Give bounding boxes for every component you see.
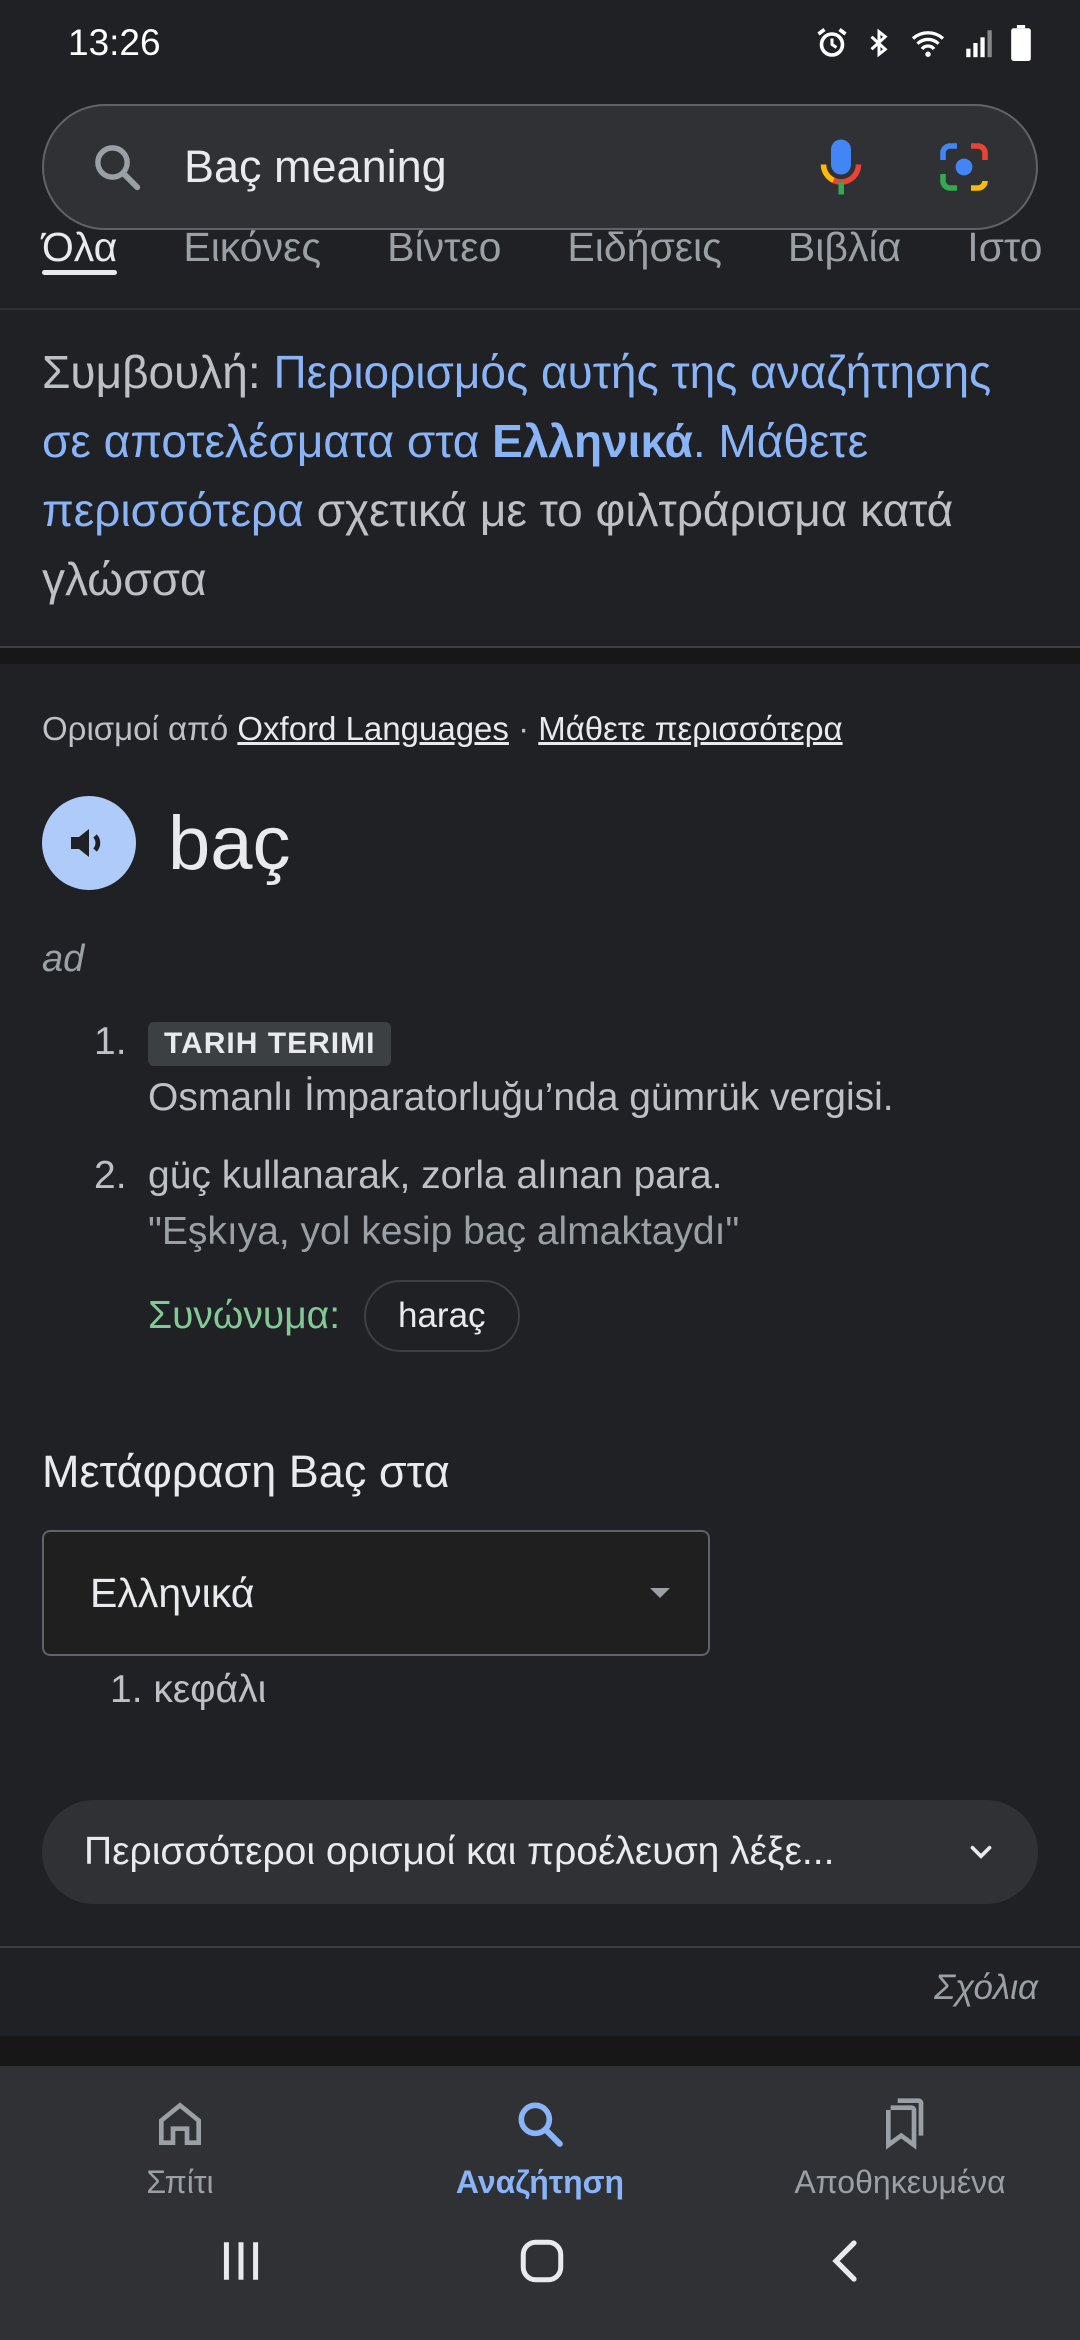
- back-icon[interactable]: [822, 2236, 870, 2286]
- mic-icon[interactable]: [816, 137, 866, 197]
- nav-saved[interactable]: Αποθηκευμένα: [770, 2096, 1030, 2201]
- definitions-source: Ορισμοί από Oxford Languages · Μάθετε πε…: [42, 710, 843, 747]
- tip-prefix: Συμβουλή:: [42, 346, 274, 398]
- search-input[interactable]: Baç meaning: [184, 141, 816, 193]
- tip-language[interactable]: Ελληνικά: [492, 415, 693, 467]
- definition-text: Osmanlı İmparatorluğu’nda gümrük vergisi…: [148, 1076, 894, 1119]
- feedback-link[interactable]: Σχόλια: [934, 1968, 1038, 2008]
- pronunciation-button[interactable]: [42, 796, 136, 890]
- home-button-icon[interactable]: [516, 2236, 568, 2286]
- nav-search-label: Αναζήτηση: [455, 2164, 625, 2200]
- nav-home[interactable]: Σπίτι: [110, 2096, 250, 2201]
- definition-tag: TARIH TERIMI: [148, 1022, 392, 1066]
- divider: [0, 2036, 1080, 2066]
- definition-number: 1.: [94, 1020, 127, 1063]
- status-time: 13:26: [68, 22, 161, 63]
- status-bar: 13:26: [0, 0, 1080, 86]
- definition-number: 2.: [94, 1154, 127, 1197]
- dictionary-learn-more-link[interactable]: Μάθετε περισσότερα: [538, 710, 842, 747]
- bottom-navigation: Σπίτι Αναζήτηση Αποθηκευμένα: [0, 2066, 1080, 2340]
- home-icon: [159, 2102, 201, 2145]
- status-icons: [814, 25, 1032, 61]
- definition-example: "Eşkıya, yol kesip baç almaktaydı": [148, 1210, 740, 1253]
- definition-text: güç kullanarak, zorla alınan para.: [148, 1154, 723, 1197]
- wifi-icon: [911, 31, 945, 57]
- language-tip: Συμβουλή: Περιορισμός αυτής της αναζήτησ…: [42, 346, 992, 605]
- tab-news[interactable]: Ειδήσεις: [567, 230, 722, 289]
- language-select[interactable]: Ελληνικά: [42, 1530, 710, 1656]
- tab-all[interactable]: Όλα: [42, 230, 118, 289]
- tab-images[interactable]: Εικόνες: [183, 230, 321, 289]
- battery-icon: [1011, 25, 1031, 61]
- bookmarks-icon: [886, 2098, 924, 2150]
- tab-videos[interactable]: Βίντεο: [387, 230, 501, 289]
- divider: [0, 648, 1080, 664]
- nav-search[interactable]: Αναζήτηση: [440, 2096, 640, 2201]
- chevron-down-icon: [970, 1845, 992, 1859]
- search-icon: [95, 145, 141, 191]
- speaker-icon: [71, 829, 101, 857]
- tab-web[interactable]: Ιστο: [967, 230, 1042, 289]
- dictionary-word: baç: [168, 801, 291, 886]
- oxford-languages-link[interactable]: Oxford Languages: [237, 710, 509, 747]
- translation-title: Μετάφραση Baç στα: [42, 1446, 450, 1497]
- search-icon: [518, 2102, 563, 2147]
- tab-books[interactable]: Βιβλία: [788, 230, 901, 289]
- language-select-value: Ελληνικά: [90, 1569, 255, 1616]
- alarm-icon: [817, 28, 847, 57]
- dropdown-arrow-icon: [650, 1588, 670, 1598]
- signal-icon: [966, 30, 992, 58]
- search-bar[interactable]: Baç meaning: [42, 104, 1038, 230]
- lens-icon[interactable]: [936, 139, 992, 195]
- more-definitions-button[interactable]: Περισσότεροι ορισμοί και προέλευση λέξε.…: [42, 1800, 1038, 1904]
- nav-saved-label: Αποθηκευμένα: [794, 2164, 1006, 2200]
- recent-apps-icon[interactable]: [216, 2236, 266, 2286]
- translation-result: 1. κεφάλι: [110, 1668, 267, 1711]
- nav-home-label: Σπίτι: [146, 2164, 214, 2200]
- divider: [0, 1946, 1080, 1948]
- more-definitions-label: Περισσότεροι ορισμοί και προέλευση λέξε.…: [84, 1830, 835, 1873]
- synonyms-label: Συνώνυμα:: [148, 1294, 341, 1337]
- search-tabs: Όλα Εικόνες Βίντεο Ειδήσεις Βιβλία Ιστο: [0, 230, 1080, 310]
- part-of-speech: ad: [42, 938, 85, 980]
- bluetooth-icon: [870, 28, 888, 58]
- synonym-chip[interactable]: haraç: [364, 1280, 520, 1352]
